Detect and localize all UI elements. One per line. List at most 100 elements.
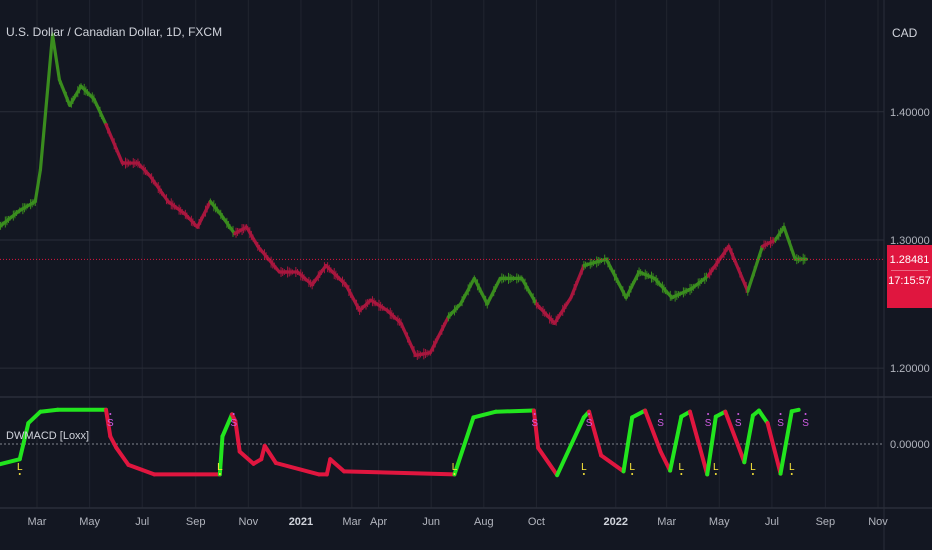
short-signal-label: S [735,418,742,429]
signal-dot [779,413,782,415]
indicator-segment [273,461,322,477]
indicator-segment [262,443,278,465]
x-tick-label: May [709,516,730,528]
x-tick-label: Mar [657,516,676,528]
signal-dot [232,413,235,415]
signal-dot [18,473,21,475]
indicator-segment [742,413,755,465]
chart-area[interactable]: 1.400001.300001.200000.00000Mar May Jul Sep… [0,0,932,550]
last-price-value: 1.28481 [889,254,930,266]
signal-dot [751,473,754,475]
x-tick-label: Apr [370,516,387,528]
signal-dot [588,413,591,415]
indicator-segment [789,407,801,414]
price-segment [166,199,187,216]
indicator-segment [471,409,498,420]
signal-dot [218,473,221,475]
signal-dot [680,473,683,475]
price-segment [746,244,765,293]
indicator-segment [493,408,536,414]
indicator-segment [26,409,43,426]
long-signal-label: L [217,462,223,473]
signal-dot [707,413,710,415]
price-segment [219,212,237,236]
price-segment [458,276,476,306]
x-tick-label: Mar [342,516,361,528]
indicator-segment [452,415,476,477]
long-signal-label: L [679,462,685,473]
long-signal-label: L [750,462,756,473]
price-segment [385,308,403,325]
signal-dot [582,473,585,475]
x-tick-label: Mar [28,516,47,528]
indicator-segment [114,445,131,467]
indicator-segment [756,408,770,426]
x-tick-label: 2021 [289,516,313,528]
signal-dot [109,413,112,415]
price-segment [33,167,43,204]
last-price-badge: 1.28481 17:15:57 [887,245,932,308]
y-tick-label: 1.20000 [890,363,930,375]
price-segment [310,263,328,287]
price-segment [414,351,432,357]
short-signal-label: S [802,418,809,429]
indicator-segment [531,408,541,450]
signal-dot [790,473,793,475]
short-signal-label: S [531,418,538,429]
indicator-segment [324,457,333,477]
long-signal-label: L [629,462,635,473]
x-tick-label: Nov [868,516,888,528]
x-tick-label: May [79,516,100,528]
price-segment [344,283,362,313]
x-tick-label: Sep [186,516,206,528]
signal-dot [631,473,634,475]
signal-dot [737,413,740,415]
long-signal-label: L [713,462,719,473]
long-signal-label: L [17,462,23,473]
indicator-segment [765,421,783,476]
indicator-title: DWMACD [Loxx] [6,430,90,442]
countdown-timer: 17:15:57 [888,275,931,287]
indicator-segment [630,408,648,420]
signal-dot [659,413,662,415]
price-segment [652,276,674,300]
x-tick-label: Sep [816,516,836,528]
long-signal-label: L [581,462,587,473]
signal-dot [533,413,536,415]
indicator-segment [599,453,626,474]
short-signal-label: S [107,418,114,429]
currency-label: CAD [892,26,918,40]
short-signal-label: S [657,418,664,429]
price-segment [295,270,314,287]
price-segment [399,321,418,357]
chart-title: U.S. Dollar / Canadian Dollar, 1D, FXCM [6,25,223,39]
x-tick-label: Oct [528,516,545,528]
x-tick-label: Jul [135,516,149,528]
x-tick-label: Jun [422,516,440,528]
long-signal-label: L [789,462,795,473]
indicator-segment [237,449,256,466]
short-signal-label: S [705,418,712,429]
signal-dot [714,473,717,475]
signal-dot [804,413,807,415]
indicator-segment [38,407,60,414]
indicator-segment [328,457,347,474]
indicator-segment [555,415,586,478]
indicator-segment [643,408,663,454]
price-segment [534,302,557,325]
price-segment [520,276,539,306]
short-signal-label: S [777,418,784,429]
x-tick-label: 2022 [604,516,628,528]
short-signal-label: S [230,418,237,429]
indicator-y-tick-label: 0.00000 [890,439,930,451]
x-tick-label: Jul [765,516,779,528]
signal-dot [453,473,456,475]
y-tick-label: 1.40000 [890,107,930,119]
indicator-segment [342,469,457,477]
x-tick-label: Nov [239,516,259,528]
price-segment [428,315,451,355]
price-segment [148,174,170,204]
short-signal-label: S [586,418,593,429]
x-tick-label: Aug [474,516,494,528]
indicator-segment [536,445,560,478]
